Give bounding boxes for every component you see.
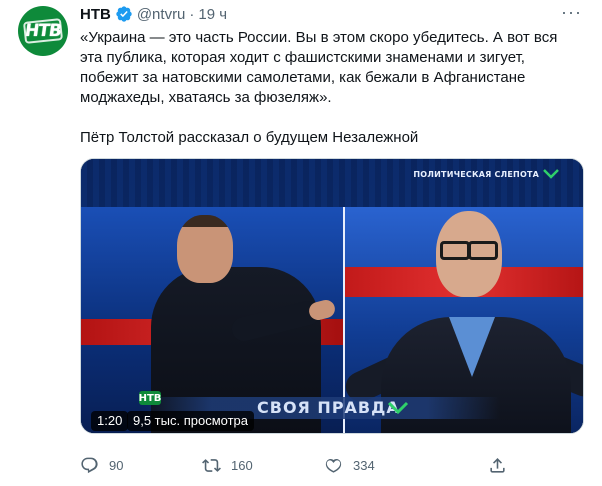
- reply-count: 90: [109, 458, 124, 473]
- video-duration: 1:20: [91, 411, 129, 431]
- retweet-count: 160: [231, 458, 253, 473]
- ntv-channel-logo: НТВ: [138, 391, 162, 405]
- author-handle[interactable]: @ntvru: [137, 6, 186, 23]
- tweet-actions: 90 160 334: [80, 456, 584, 476]
- author-name[interactable]: НТВ: [80, 6, 111, 23]
- like-button[interactable]: 334: [324, 456, 375, 475]
- video-player[interactable]: ПОЛИТИЧЕСКАЯ СЛЕПОТА НТВ СВОЯ ПРАВДА 1:2…: [80, 158, 584, 434]
- more-options-icon[interactable]: ···: [561, 2, 582, 23]
- glasses-icon: [438, 241, 500, 260]
- tweet-text: «Украина — это часть России. Вы в этом с…: [80, 28, 580, 148]
- ntv-logo: НТВ: [23, 21, 63, 41]
- retweet-button[interactable]: 160: [202, 456, 253, 475]
- tweet: НТВ НТВ @ntvru · 19 ч ··· «Украина — это…: [0, 0, 602, 486]
- tweet-caption: Пётр Толстой рассказал о будущем Незалеж…: [80, 129, 419, 146]
- heart-icon: [325, 458, 342, 473]
- show-title: СВОЯ ПРАВДА: [257, 398, 400, 417]
- tweet-time[interactable]: 19 ч: [198, 6, 227, 23]
- retweet-icon: [202, 459, 221, 472]
- tweet-header: НТВ @ntvru · 19 ч: [80, 4, 227, 24]
- like-count: 334: [353, 458, 375, 473]
- share-button[interactable]: [488, 456, 507, 475]
- tweet-quote: «Украина — это часть России. Вы в этом с…: [80, 29, 558, 106]
- reply-icon: [81, 457, 98, 474]
- share-icon: [490, 458, 505, 473]
- program-tag-label: ПОЛИТИЧЕСКАЯ СЛЕПОТА: [413, 169, 539, 179]
- separator-dot: ·: [189, 5, 195, 23]
- chevron-down-icon: [543, 169, 559, 179]
- chevron-down-icon: [387, 401, 409, 415]
- reply-button[interactable]: 90: [80, 456, 123, 475]
- video-view-count: 9,5 тыс. просмотра: [127, 411, 255, 431]
- verified-badge-icon: [116, 6, 132, 22]
- studio-led-wall: [81, 159, 583, 207]
- left-speaker-head: [177, 215, 233, 283]
- avatar[interactable]: НТВ: [18, 6, 68, 56]
- program-tag: ПОЛИТИЧЕСКАЯ СЛЕПОТА: [413, 169, 559, 179]
